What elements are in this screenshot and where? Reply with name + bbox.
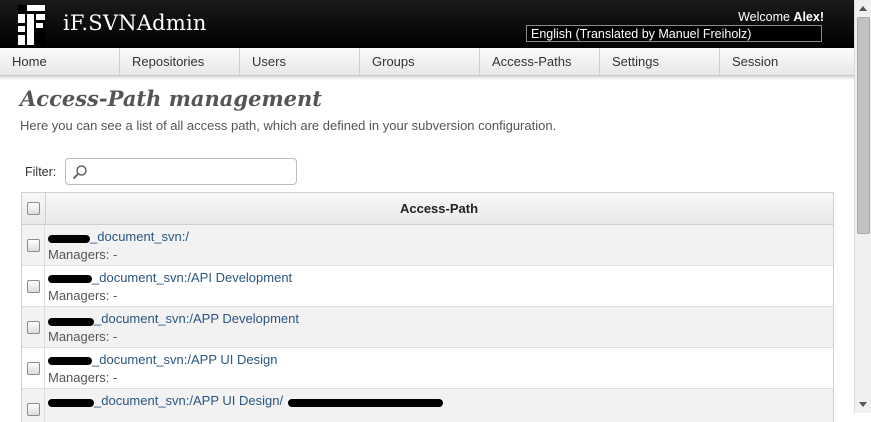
access-path-table: Access-Path _document_svn:/ Managers: - … — [21, 192, 834, 422]
managers-text: Managers: - — [48, 288, 118, 303]
nav-shadow — [0, 76, 854, 80]
managers-text: Managers: - — [48, 329, 118, 344]
svnadmin-logo-icon — [18, 5, 45, 45]
redaction-mark — [288, 399, 443, 407]
table-row: _document_svn:/APP Development Managers:… — [22, 307, 833, 348]
page-title: Access-Path management — [20, 86, 322, 111]
nav-settings[interactable]: Settings — [600, 48, 720, 75]
filter-input[interactable] — [90, 162, 294, 183]
page-description: Here you can see a list of all access pa… — [20, 118, 557, 133]
select-all-checkbox[interactable] — [27, 202, 40, 215]
row-check-cell — [22, 348, 45, 389]
scroll-thumb[interactable] — [857, 17, 870, 234]
app-title: iF.SVNAdmin — [63, 11, 207, 35]
table-row: _document_svn:/API Development Managers:… — [22, 266, 833, 307]
redaction-mark — [48, 399, 94, 407]
nav-repositories[interactable]: Repositories — [120, 48, 240, 75]
filter-box — [65, 158, 297, 185]
row-check-cell — [22, 266, 45, 307]
table-row: _document_svn:/APP UI Design Managers: - — [22, 348, 833, 389]
language-select[interactable]: English (Translated by Manuel Freiholz) — [526, 25, 822, 42]
nav-users[interactable]: Users — [240, 48, 360, 75]
nav-session[interactable]: Session — [720, 48, 840, 75]
row-check-cell — [22, 225, 45, 266]
row-checkbox[interactable] — [27, 280, 40, 293]
row-checkbox[interactable] — [27, 362, 40, 375]
row-checkbox[interactable] — [27, 321, 40, 334]
access-path-link[interactable]: _document_svn:/APP Development — [94, 311, 299, 326]
access-path-link[interactable]: _document_svn:/ — [90, 229, 189, 244]
table-row: _document_svn:/APP UI Design/ — [22, 389, 833, 422]
main-nav: Home Repositories Users Groups Access-Pa… — [0, 48, 854, 76]
app-header: iF.SVNAdmin Welcome Alex! English (Trans… — [0, 0, 854, 48]
redaction-mark — [48, 235, 90, 243]
nav-access-paths[interactable]: Access-Paths — [480, 48, 600, 75]
vertical-scrollbar[interactable] — [854, 0, 871, 413]
welcome-prefix: Welcome — [738, 10, 794, 24]
scroll-down-icon[interactable] — [855, 396, 871, 413]
nav-groups[interactable]: Groups — [360, 48, 480, 75]
select-all-cell — [22, 193, 46, 224]
column-header-access-path[interactable]: Access-Path — [45, 193, 833, 224]
redaction-mark — [48, 275, 92, 283]
row-checkbox[interactable] — [27, 403, 40, 416]
row-check-cell — [22, 389, 45, 422]
user-name: Alex! — [793, 10, 824, 24]
row-checkbox[interactable] — [27, 239, 40, 252]
managers-text: Managers: - — [48, 370, 118, 385]
access-path-link[interactable]: _document_svn:/APP UI Design/ — [94, 393, 283, 408]
nav-home[interactable]: Home — [0, 48, 120, 75]
table-row: _document_svn:/ Managers: - — [22, 225, 833, 266]
scroll-up-icon[interactable] — [855, 0, 871, 17]
access-path-link[interactable]: _document_svn:/API Development — [92, 270, 292, 285]
row-check-cell — [22, 307, 45, 348]
welcome-message: Welcome Alex! — [738, 10, 824, 24]
managers-text: Managers: - — [48, 247, 118, 262]
access-path-link[interactable]: _document_svn:/APP UI Design — [92, 352, 277, 367]
filter-label: Filter: — [25, 165, 57, 179]
redaction-mark — [48, 357, 92, 365]
redaction-mark — [48, 318, 94, 326]
search-icon — [72, 165, 87, 180]
table-header: Access-Path — [22, 193, 833, 225]
